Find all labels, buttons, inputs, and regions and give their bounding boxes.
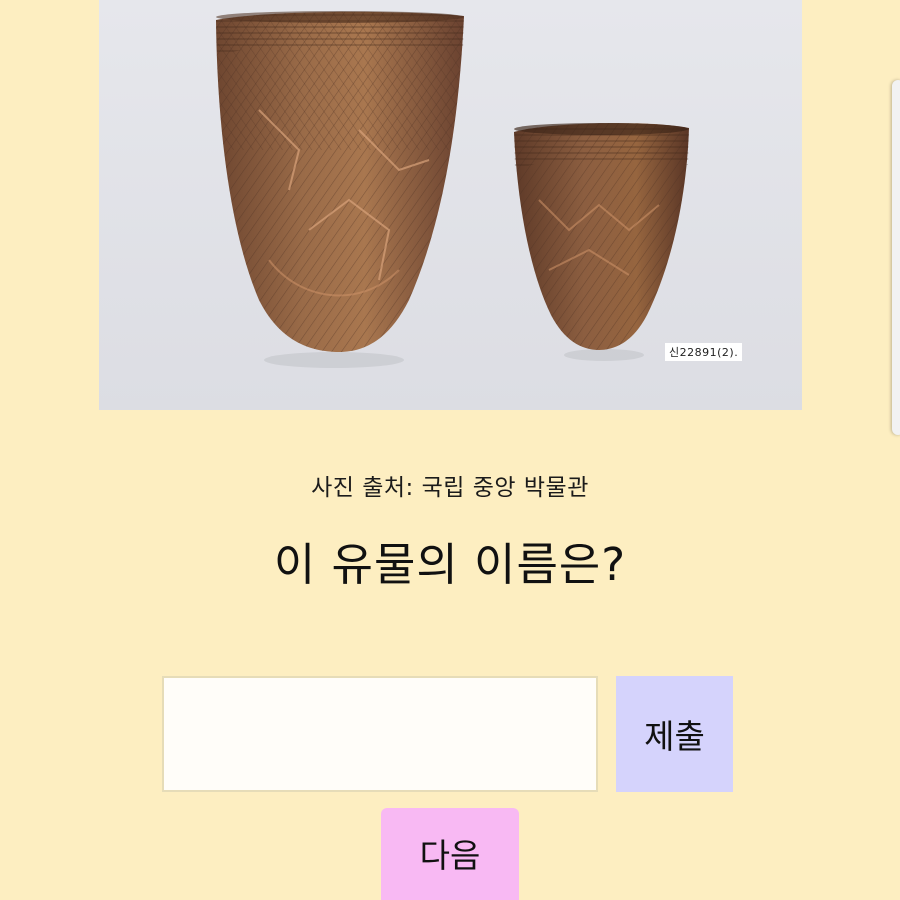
next-button[interactable]: 다음 bbox=[381, 808, 519, 900]
large-pot-shadow bbox=[264, 352, 404, 368]
catalog-number-label: 신22891(2). bbox=[665, 343, 743, 361]
artifact-photo: 신22891(2). bbox=[99, 0, 802, 410]
quiz-page: 신22891(2). 사진 출처: 국립 중앙 박물관 이 유물의 이름은? 제… bbox=[0, 0, 900, 900]
large-pot bbox=[216, 11, 464, 353]
small-pot-shadow bbox=[564, 349, 644, 361]
side-panel-handle[interactable] bbox=[892, 80, 900, 435]
question-title: 이 유물의 이름은? bbox=[273, 538, 627, 591]
small-pot bbox=[514, 123, 689, 350]
submit-button[interactable]: 제출 bbox=[616, 676, 733, 792]
photo-source-caption: 사진 출처: 국립 중앙 박물관 bbox=[311, 475, 589, 501]
answer-input[interactable] bbox=[162, 676, 598, 792]
